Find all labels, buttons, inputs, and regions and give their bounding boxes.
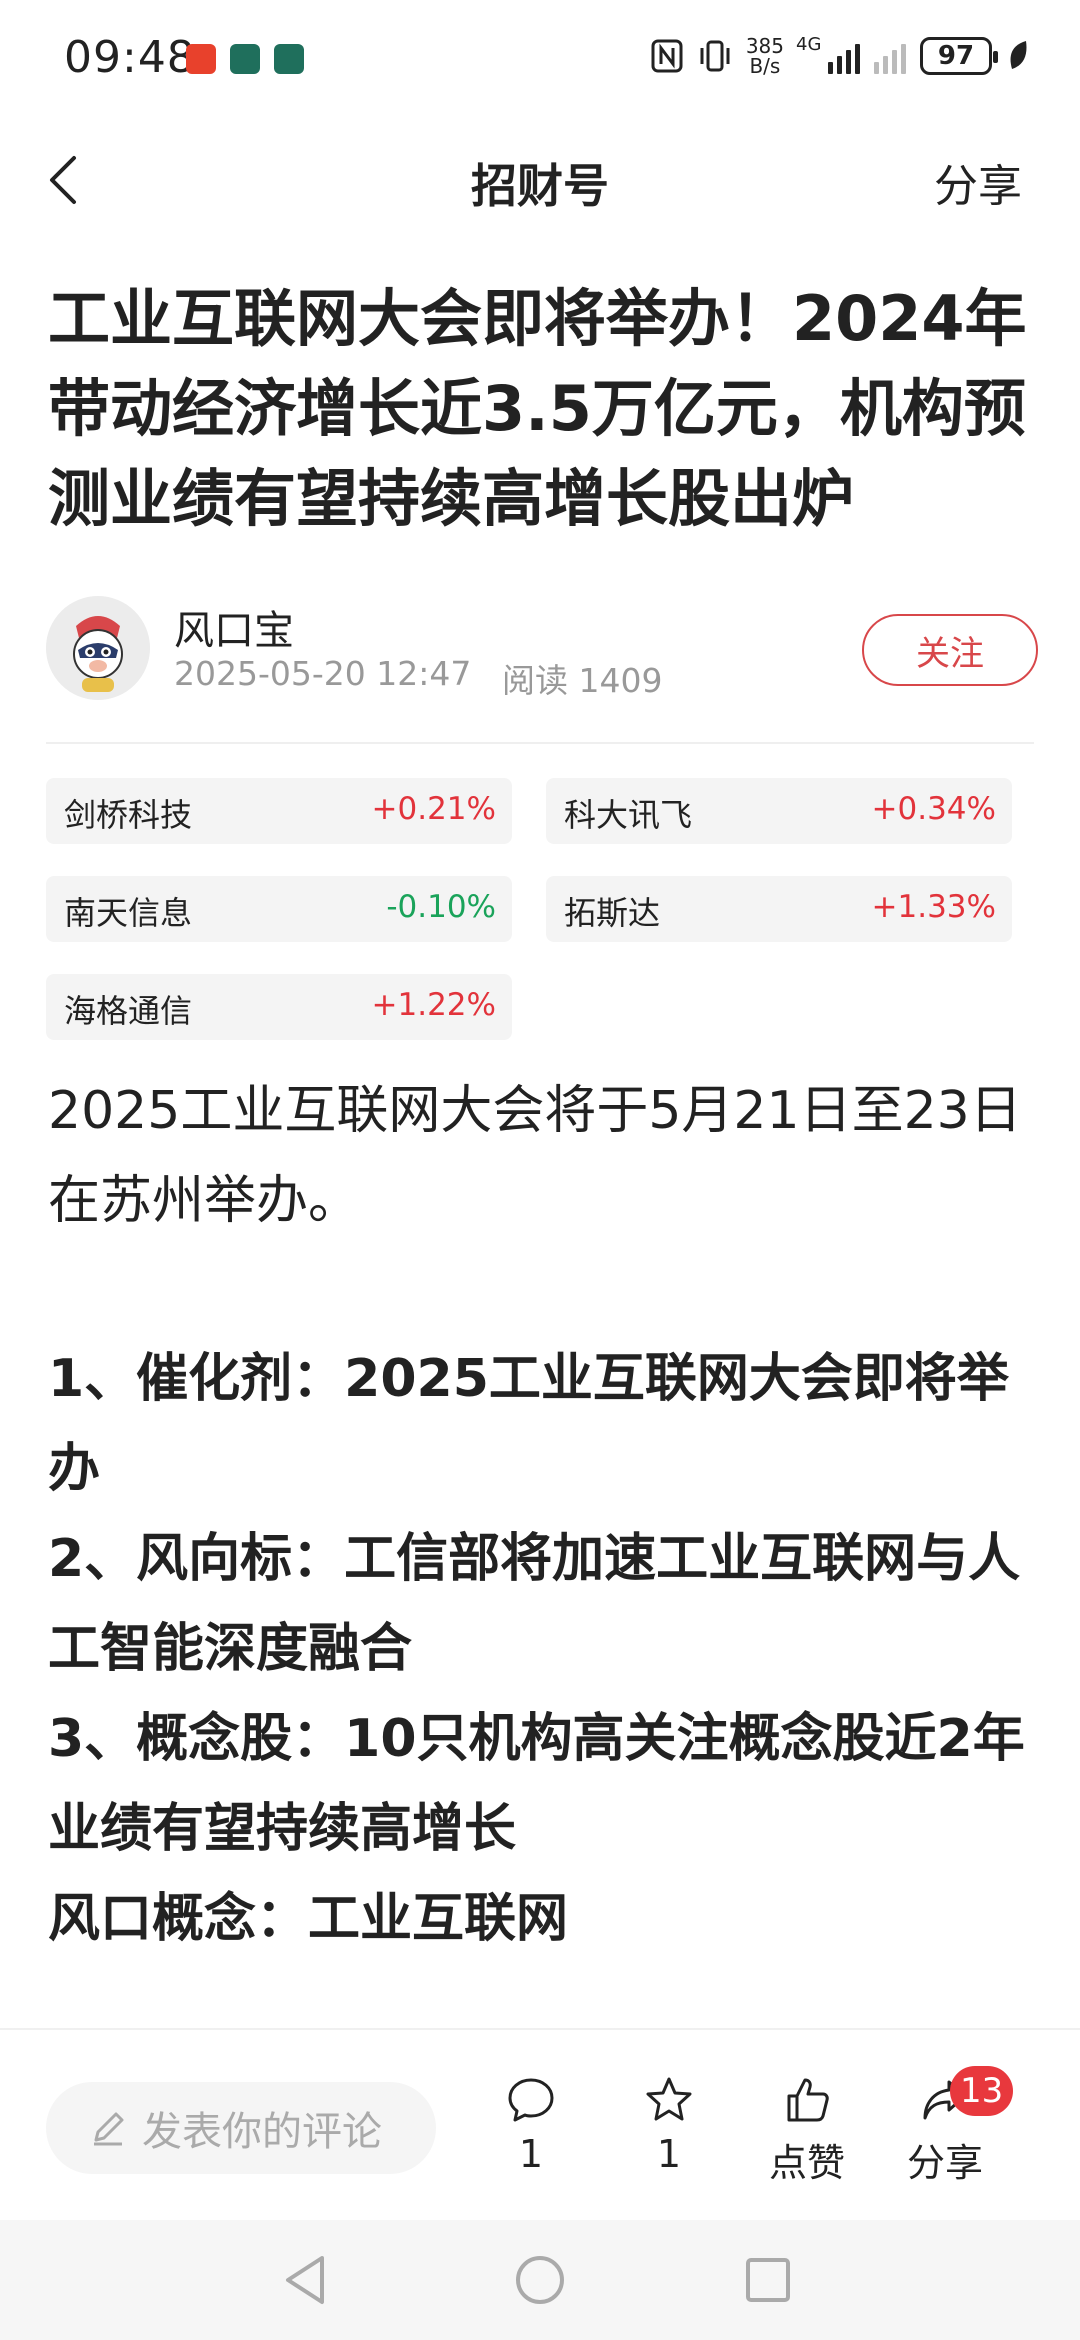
- stock-change: +1.22%: [371, 987, 496, 1023]
- article-title: 工业互联网大会即将举办！2024年带动经济增长近3.5万亿元，机构预测业绩有望持…: [48, 282, 1027, 535]
- share-label: 分享: [906, 2141, 983, 2185]
- share-link[interactable]: 分享: [934, 150, 1022, 214]
- cow-mascot-icon: [46, 596, 150, 700]
- article-key-points: 1、催化剂：2025工业互联网大会即将举办 2、风向标：工信部将加速工业互联网与…: [48, 1334, 1048, 1964]
- key-point: 风口概念：工业互联网: [48, 1889, 569, 1949]
- power-saving-leaf-icon: [1010, 41, 1027, 69]
- stock-name: 海格通信: [64, 992, 193, 1030]
- stock-chip[interactable]: 科大讯飞 +0.34%: [546, 778, 1012, 844]
- comment-placeholder: 发表你的评论: [142, 2109, 382, 2155]
- notification-app-icon: [230, 44, 260, 74]
- nav-recents-icon[interactable]: [736, 2248, 800, 2312]
- share-button[interactable]: 分享 13: [890, 2066, 1014, 2187]
- author-name[interactable]: 风口宝: [174, 598, 294, 656]
- stock-chip[interactable]: 拓斯达 +1.33%: [546, 876, 1012, 942]
- favorite-count: 1: [656, 2132, 682, 2176]
- bottom-action-bar: 发表你的评论 1 1 点赞 分享 13: [0, 2028, 1080, 2218]
- comment-input[interactable]: 发表你的评论: [46, 2082, 436, 2174]
- stock-name: 南天信息: [64, 894, 193, 932]
- status-indicators: 385 B/s 4G 97: [650, 34, 1030, 76]
- vibrate-icon: [700, 40, 730, 72]
- stock-chip[interactable]: 剑桥科技 +0.21%: [46, 778, 512, 844]
- notification-app-icon: [274, 44, 304, 74]
- notification-app-icon: [186, 44, 216, 74]
- nfc-icon: [651, 39, 683, 73]
- signal-strength-icon: 4G: [796, 34, 860, 74]
- share-count-badge: 13: [950, 2066, 1014, 2116]
- article-intro: 2025工业互联网大会将于5月21日至23日在苏州举办。: [48, 1081, 1022, 1231]
- nav-home-icon[interactable]: [508, 2248, 572, 2312]
- thumbs-up-icon: [787, 2078, 829, 2122]
- signal-strength-secondary-icon: [874, 38, 906, 74]
- comment-count: 1: [518, 2132, 544, 2176]
- stock-name: 拓斯达: [564, 894, 661, 932]
- like-label: 点赞: [768, 2141, 845, 2185]
- stock-chip[interactable]: 海格通信 +1.22%: [46, 974, 512, 1040]
- system-navigation-bar: [0, 2220, 1080, 2340]
- stock-name: 剑桥科技: [64, 796, 193, 834]
- stock-chip[interactable]: 南天信息 -0.10%: [46, 876, 512, 942]
- comment-bubble-icon: [508, 2078, 554, 2122]
- top-navigation-bar: 招财号 分享: [0, 130, 1080, 230]
- battery-icon: 97: [920, 37, 998, 75]
- author-avatar[interactable]: [46, 596, 150, 700]
- pen-icon: [94, 2112, 124, 2146]
- stock-change: +1.33%: [871, 889, 996, 925]
- author-row: 风口宝 2025-05-20 12:47 阅读 1409 关注: [46, 596, 1038, 706]
- page-title: 招财号: [471, 159, 609, 213]
- network-speed-value: 385: [745, 34, 784, 58]
- status-time: 09:48: [64, 32, 196, 83]
- like-button[interactable]: 点赞: [752, 2074, 862, 2187]
- divider: [46, 742, 1034, 744]
- key-point: 3、概念股：10只机构高关注概念股近2年业绩有望持续高增长: [48, 1709, 1025, 1859]
- follow-button[interactable]: 关注: [862, 614, 1038, 686]
- stock-change: -0.10%: [386, 889, 496, 925]
- stock-change: +0.21%: [371, 791, 496, 827]
- stock-name: 科大讯飞: [564, 796, 693, 834]
- network-speed: 385 B/s: [746, 36, 784, 76]
- key-point: 1、催化剂：2025工业互联网大会即将举办: [48, 1349, 1009, 1499]
- favorite-button[interactable]: 1: [614, 2074, 724, 2176]
- comment-button[interactable]: 1: [476, 2074, 586, 2176]
- star-icon: [646, 2077, 692, 2121]
- network-type-label: 4G: [796, 34, 822, 55]
- key-point: 2、风向标：工信部将加速工业互联网与人工智能深度融合: [48, 1529, 1021, 1679]
- read-count: 阅读 1409: [502, 661, 663, 700]
- nav-back-icon[interactable]: [276, 2248, 340, 2312]
- network-speed-unit: B/s: [749, 54, 781, 78]
- stock-change: +0.34%: [871, 791, 996, 827]
- status-bar: 09:48 385 B/s 4G 97: [0, 0, 1080, 120]
- post-date: 2025-05-20 12:47: [174, 654, 472, 693]
- status-app-icons: [186, 44, 304, 74]
